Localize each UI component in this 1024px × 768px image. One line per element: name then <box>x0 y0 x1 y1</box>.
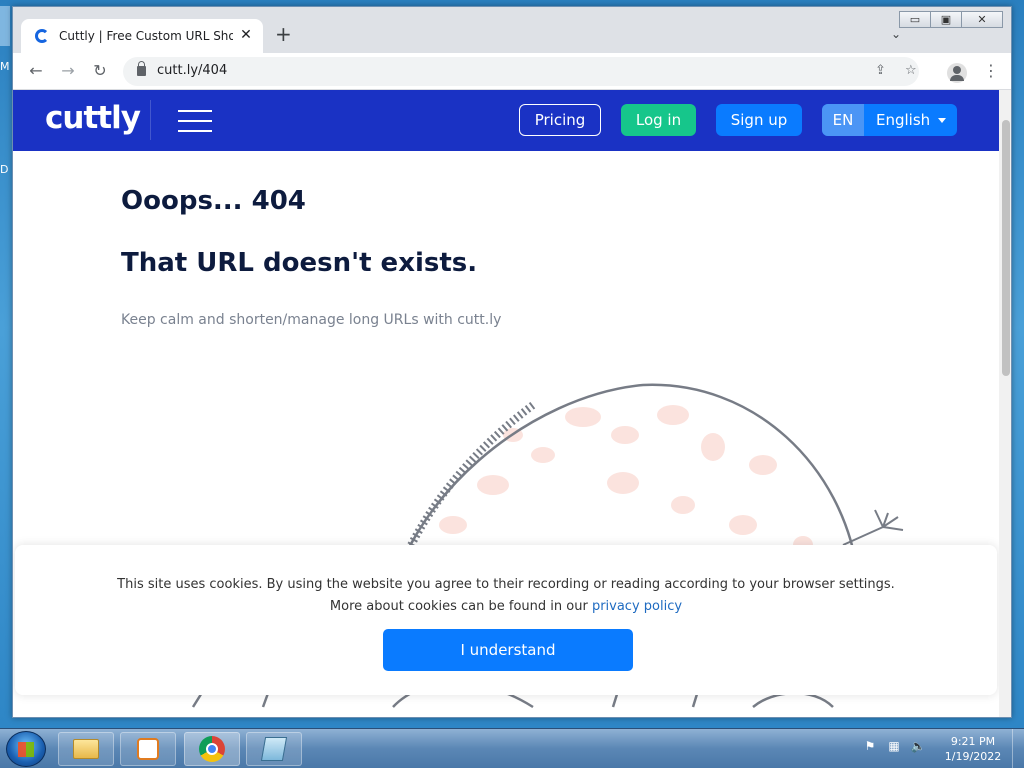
taskbar-notes[interactable] <box>246 732 302 766</box>
privacy-policy-link[interactable]: privacy policy <box>592 599 682 614</box>
notes-icon <box>260 737 288 761</box>
scrollbar-thumb[interactable] <box>1002 120 1010 376</box>
new-tab-button[interactable]: + <box>275 24 292 44</box>
browser-tab[interactable]: Cuttly | Free Custom URL Shortener ✕ <box>21 19 263 53</box>
media-player-icon <box>137 738 159 760</box>
site-header: cuttly Pricing Log in Sign up EN English <box>13 90 999 151</box>
action-center-flag-icon[interactable]: ⚑ <box>862 739 878 755</box>
hamburger-menu-icon[interactable] <box>178 110 212 132</box>
language-selector[interactable]: EN English <box>822 104 957 136</box>
accept-cookies-button[interactable]: I understand <box>383 629 633 671</box>
vertical-scrollbar[interactable] <box>999 90 1011 717</box>
desktop-icon-sliver[interactable] <box>0 6 10 46</box>
folder-icon <box>73 739 99 759</box>
close-window-button[interactable]: ✕ <box>961 11 1003 28</box>
pricing-button[interactable]: Pricing <box>519 104 601 136</box>
start-button[interactable] <box>6 731 46 767</box>
caret-down-icon <box>938 117 947 123</box>
address-bar[interactable]: cutt.ly/404 ⇪ ☆ <box>123 57 919 86</box>
show-desktop-button[interactable] <box>1012 729 1024 768</box>
volume-icon[interactable]: 🔈 <box>910 739 926 755</box>
error-heading: Ooops... 404 <box>121 186 306 216</box>
cookie-banner: This site uses cookies. By using the web… <box>15 545 997 695</box>
header-divider <box>150 100 151 140</box>
page-viewport: cuttly Pricing Log in Sign up EN English… <box>13 90 999 717</box>
lock-icon[interactable] <box>137 61 146 76</box>
bookmark-star-icon[interactable]: ☆ <box>905 63 917 78</box>
network-icon[interactable]: ▦ <box>886 739 902 755</box>
url-text[interactable]: cutt.ly/404 <box>157 63 227 78</box>
clock-date: 1/19/2022 <box>944 750 1002 763</box>
minimize-button[interactable]: ▭ <box>899 11 931 28</box>
browser-toolbar: ← → ↻ cutt.ly/404 ⇪ ☆ ⋮ <box>13 53 1011 90</box>
title-bar[interactable]: Cuttly | Free Custom URL Shortener ✕ + ⌄… <box>13 7 1011 53</box>
reload-button[interactable]: ↻ <box>89 61 111 80</box>
login-button[interactable]: Log in <box>621 104 696 136</box>
cookie-text: This site uses cookies. By using the web… <box>15 574 997 618</box>
taskbar-media-player[interactable] <box>120 732 176 766</box>
browser-menu-icon[interactable]: ⋮ <box>983 61 999 80</box>
cuttly-logo[interactable]: cuttly <box>45 100 141 136</box>
language-code: EN <box>822 104 864 136</box>
taskbar: ⚑ ▦ 🔈 9:21 PM 1/19/2022 <box>0 728 1024 768</box>
taskbar-chrome[interactable] <box>184 732 240 766</box>
taskbar-clock[interactable]: 9:21 PM 1/19/2022 <box>936 734 1010 764</box>
signup-button[interactable]: Sign up <box>716 104 802 136</box>
forward-button[interactable]: → <box>57 61 79 80</box>
system-tray: ⚑ ▦ 🔈 <box>862 739 926 755</box>
tab-close-icon[interactable]: ✕ <box>237 27 255 43</box>
desktop-icon-label: D <box>0 163 9 176</box>
language-name-label: English <box>876 111 931 129</box>
desktop-icon-label: M <box>0 60 10 73</box>
profile-icon[interactable] <box>947 63 967 83</box>
maximize-button[interactable]: ▣ <box>930 11 962 28</box>
language-name: English <box>864 104 957 136</box>
taskbar-explorer[interactable] <box>58 732 114 766</box>
chrome-icon <box>199 736 225 762</box>
share-icon[interactable]: ⇪ <box>875 63 886 78</box>
error-subheading: That URL doesn't exists. <box>121 248 478 278</box>
clock-time: 9:21 PM <box>950 735 996 748</box>
tab-title: Cuttly | Free Custom URL Shortener <box>59 29 233 43</box>
cuttly-favicon-icon <box>35 29 49 43</box>
tab-search-icon[interactable]: ⌄ <box>891 27 901 41</box>
donut-arm <box>842 509 904 546</box>
cookie-text-line2: More about cookies can be found in our <box>329 599 592 614</box>
browser-window: Cuttly | Free Custom URL Shortener ✕ + ⌄… <box>12 6 1012 718</box>
back-button[interactable]: ← <box>25 61 47 80</box>
tagline: Keep calm and shorten/manage long URLs w… <box>121 312 502 328</box>
window-controls: ▭ ▣ ✕ <box>899 11 1003 28</box>
cookie-text-line1: This site uses cookies. By using the web… <box>117 577 895 592</box>
